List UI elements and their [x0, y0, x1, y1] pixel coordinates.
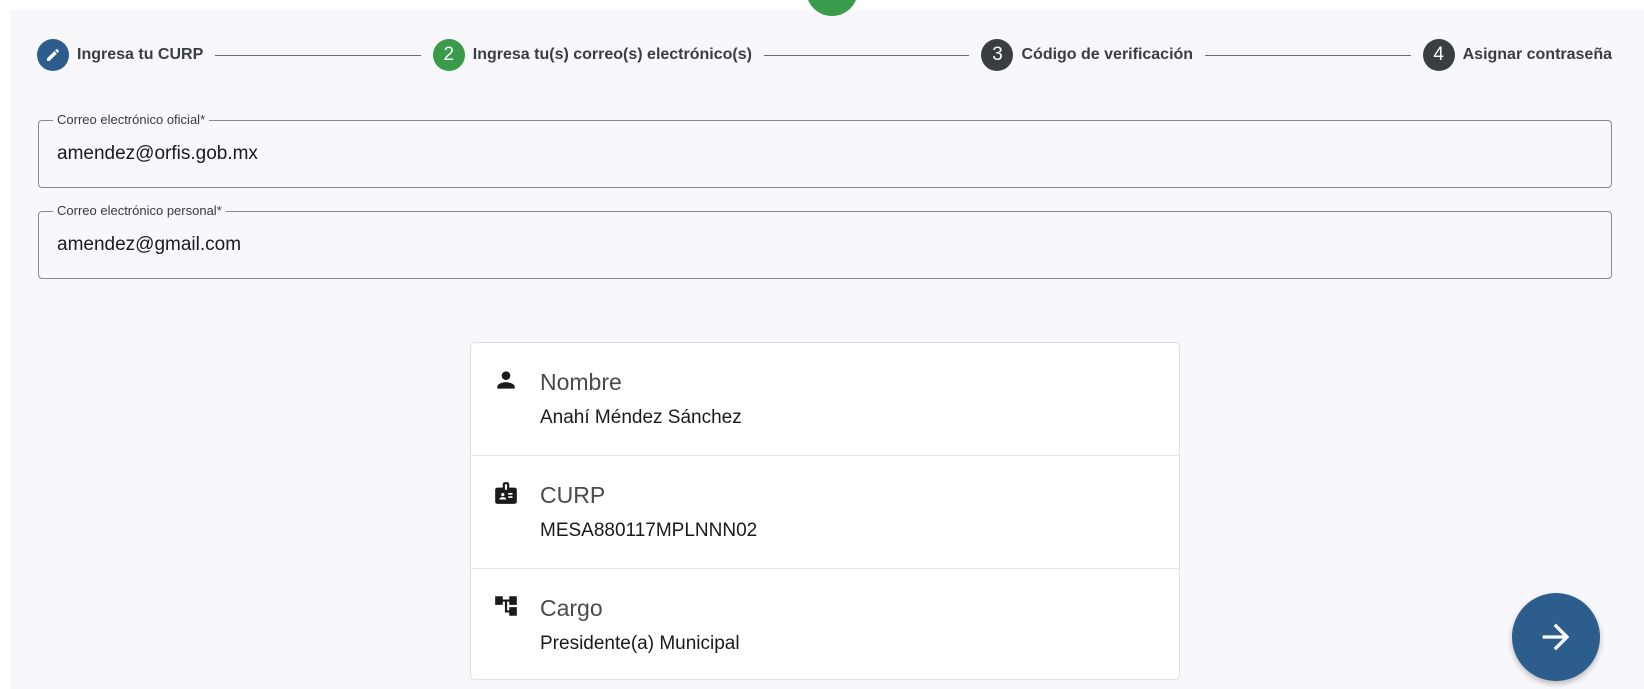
step-label: Código de verificación — [1021, 46, 1194, 63]
person-icon — [493, 367, 519, 393]
step-verification[interactable]: 3 Código de verificación — [981, 39, 1193, 71]
personal-email-label: Correo electrónico personal* — [53, 203, 226, 218]
step-number: 3 — [981, 39, 1014, 71]
step-label: Ingresa tu(s) correo(s) electrónico(s) — [472, 46, 752, 63]
step-curp[interactable]: Ingresa tu CURP — [37, 39, 203, 71]
personal-email-field: Correo electrónico personal* — [38, 203, 1612, 279]
step-label: Ingresa tu CURP — [77, 46, 204, 63]
stepper: Ingresa tu CURP 2 Ingresa tu(s) correo(s… — [37, 38, 1612, 72]
step-password[interactable]: 4 Asignar contraseña — [1422, 39, 1612, 71]
step-number: 4 — [1422, 39, 1455, 71]
progress-indicator-circle — [806, 0, 858, 16]
personal-email-input[interactable] — [57, 234, 1557, 256]
step-connector — [1205, 54, 1411, 56]
pencil-icon — [37, 39, 69, 71]
info-value: MESA880117MPLNNN02 — [540, 520, 758, 541]
info-value: Presidente(a) Municipal — [540, 633, 740, 654]
step-connector — [763, 54, 970, 56]
step-emails[interactable]: 2 Ingresa tu(s) correo(s) electrónico(s) — [432, 39, 752, 71]
info-row-curp: CURP MESA880117MPLNNN02 — [471, 456, 1179, 569]
user-info-card: Nombre Anahí Méndez Sánchez CURP MESA880… — [470, 342, 1180, 680]
id-badge-icon — [493, 480, 519, 506]
info-row-cargo: Cargo Presidente(a) Municipal — [471, 569, 1179, 681]
org-chart-icon — [493, 593, 519, 619]
step-connector — [215, 54, 421, 56]
official-email-label: Correo electrónico oficial* — [53, 112, 210, 127]
info-title: Nombre — [540, 369, 622, 395]
official-email-field: Correo electrónico oficial* — [38, 112, 1612, 188]
step-number: 2 — [432, 39, 465, 71]
arrow-right-icon — [1536, 617, 1576, 657]
info-title: CURP — [540, 482, 606, 508]
info-title: Cargo — [540, 595, 603, 621]
official-email-input[interactable] — [57, 143, 1557, 165]
info-row-nombre: Nombre Anahí Méndez Sánchez — [471, 343, 1179, 456]
info-value: Anahí Méndez Sánchez — [540, 407, 742, 428]
step-label: Asignar contraseña — [1462, 46, 1612, 63]
next-button[interactable] — [1512, 593, 1600, 681]
